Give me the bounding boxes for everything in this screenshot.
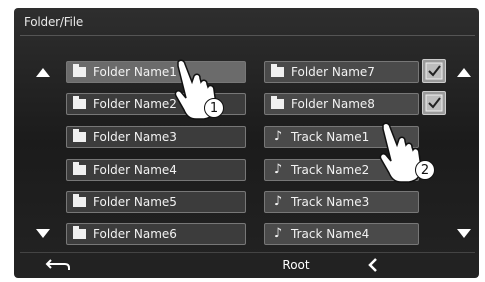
callout-2: 2	[415, 160, 435, 180]
list-item[interactable]: Folder Name8	[264, 93, 419, 115]
folder-icon	[271, 64, 285, 78]
list-item[interactable]: ♪ Track Name2	[264, 159, 419, 181]
triangle-up-icon	[457, 67, 471, 77]
page-title: Folder/File	[24, 15, 84, 29]
list-item[interactable]: Folder Name5	[66, 191, 246, 213]
list-item[interactable]: Folder Name3	[66, 126, 246, 148]
list-item[interactable]: Folder Name7	[264, 61, 419, 83]
music-note-icon: ♪	[273, 129, 283, 144]
music-note-icon: ♪	[273, 194, 283, 209]
list-item[interactable]: Folder Name4	[66, 159, 246, 181]
callout-1: 1	[204, 98, 224, 118]
return-arrow-icon	[45, 259, 70, 270]
scroll-up-right-button[interactable]	[451, 60, 477, 84]
triangle-down-icon	[457, 228, 471, 238]
scroll-up-left-button[interactable]	[30, 60, 56, 84]
chevron-left-icon	[368, 258, 377, 272]
list-item[interactable]: ♪ Track Name4	[264, 223, 419, 245]
music-note-icon: ♪	[273, 162, 283, 177]
root-button[interactable]: Root	[276, 255, 316, 275]
previous-button[interactable]	[358, 255, 388, 275]
scroll-down-left-button[interactable]	[30, 221, 56, 245]
triangle-down-icon	[36, 228, 50, 238]
checkmark-icon	[425, 94, 443, 112]
folder-icon	[73, 129, 87, 143]
folder-icon	[73, 194, 87, 208]
list-item[interactable]: Folder Name1	[66, 61, 246, 83]
triangle-up-icon	[36, 67, 50, 77]
folder-icon	[271, 96, 285, 110]
scroll-down-right-button[interactable]	[451, 221, 477, 245]
footer-divider	[20, 252, 475, 253]
folder-icon	[73, 96, 87, 110]
back-button[interactable]	[38, 255, 78, 275]
folder-icon	[73, 64, 87, 78]
list-item[interactable]: ♪ Track Name3	[264, 191, 419, 213]
select-folder8-button[interactable]	[422, 91, 446, 115]
divider	[20, 35, 475, 36]
checkmark-icon	[425, 62, 443, 80]
list-item[interactable]: ♪ Track Name1	[264, 126, 419, 148]
folder-icon	[73, 226, 87, 240]
music-note-icon: ♪	[273, 226, 283, 241]
select-folder7-button[interactable]	[422, 59, 446, 83]
folder-icon	[73, 162, 87, 176]
screen: Folder/File Folder Name1 Folder Name2 Fo…	[14, 8, 479, 278]
list-item[interactable]: Folder Name6	[66, 223, 246, 245]
